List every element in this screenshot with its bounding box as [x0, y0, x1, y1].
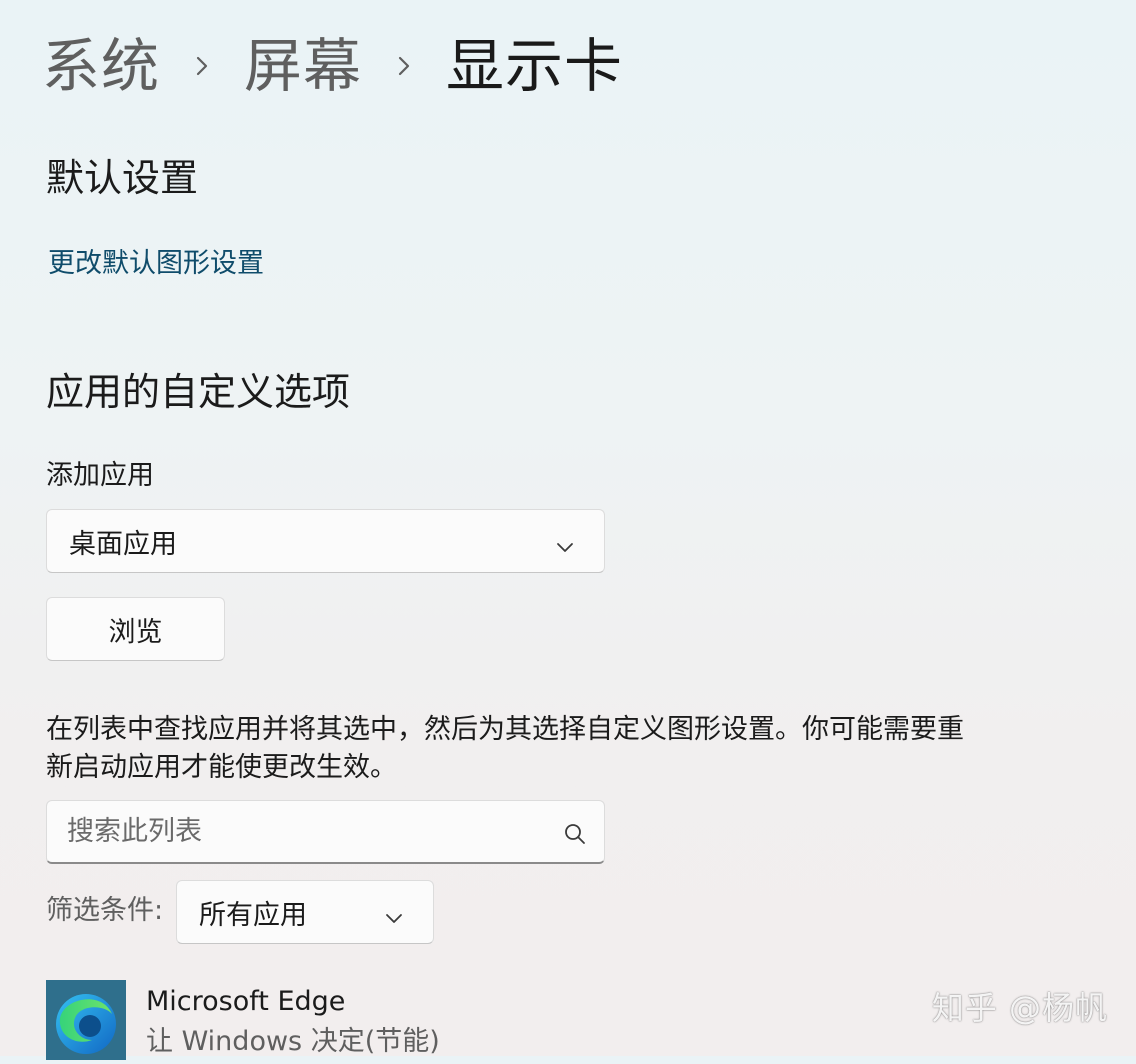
search-list-box[interactable] — [46, 800, 605, 864]
change-default-graphics-link[interactable]: 更改默认图形设置 — [48, 246, 264, 282]
breadcrumb-item-display[interactable]: 屏幕 — [244, 30, 362, 102]
page-title: 显示卡 — [446, 32, 624, 100]
app-graphics-setting: 让 Windows 决定(节能) — [146, 1026, 440, 1057]
browse-button[interactable]: 浏览 — [46, 597, 225, 661]
instructions-text: 在列表中查找应用并将其选中，然后为其选择自定义图形设置。你可能需要重新启动应用才… — [46, 714, 964, 783]
app-type-selected-value: 桌面应用 — [69, 528, 177, 560]
search-icon[interactable] — [564, 821, 586, 852]
chevron-down-icon — [556, 532, 574, 563]
filter-dropdown[interactable]: 所有应用 — [176, 880, 434, 944]
chevron-down-icon — [385, 903, 403, 934]
search-input[interactable] — [67, 816, 537, 847]
chevron-right-icon — [362, 52, 446, 80]
add-app-label: 添加应用 — [46, 460, 154, 491]
filter-label: 筛选条件: — [46, 895, 164, 926]
filter-selected-value: 所有应用 — [199, 899, 307, 931]
chevron-right-icon — [160, 52, 244, 80]
app-type-dropdown[interactable]: 桌面应用 — [46, 509, 605, 573]
app-name: Microsoft Edge — [146, 986, 346, 1017]
edge-icon — [46, 980, 126, 1060]
breadcrumb-item-system[interactable]: 系统 — [42, 30, 160, 102]
custom-options-heading: 应用的自定义选项 — [46, 370, 351, 414]
default-settings-heading: 默认设置 — [46, 156, 199, 200]
watermark: 知乎 @杨帆 — [931, 989, 1108, 1027]
breadcrumb: 系统 屏幕 显示卡 — [42, 30, 623, 102]
list-item[interactable]: Microsoft Edge 让 Windows 决定(节能) — [46, 980, 746, 1060]
